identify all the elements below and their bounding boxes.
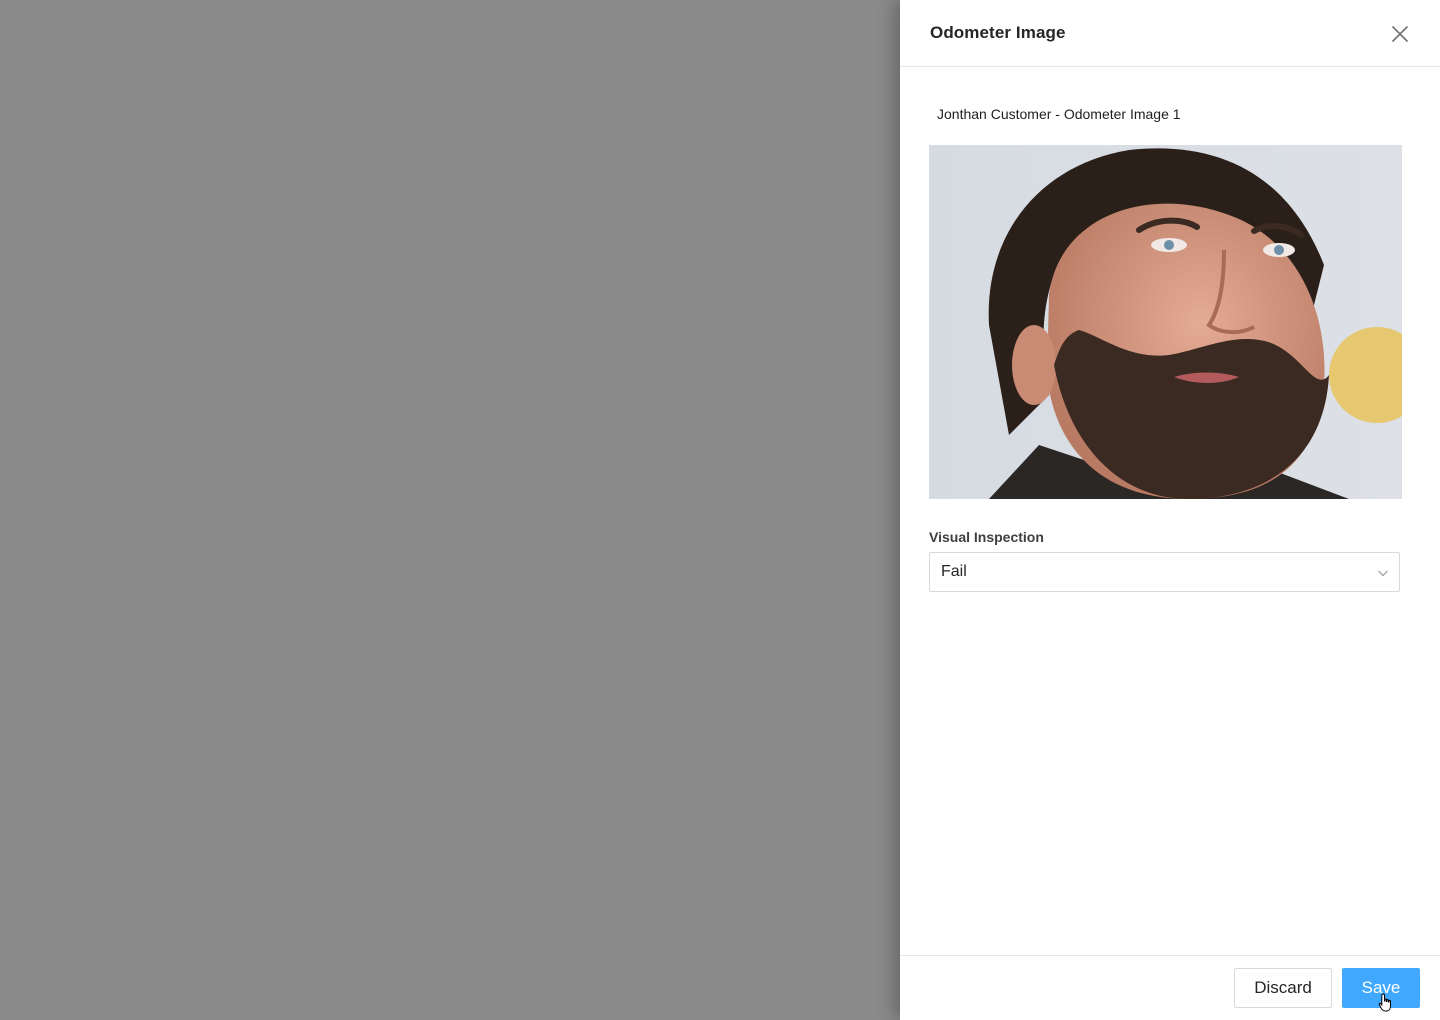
drawer-title: Odometer Image [930,23,1066,42]
odometer-photo [929,145,1402,499]
chevron-down-icon [1378,570,1388,577]
modal-backdrop[interactable] [0,0,900,1020]
close-icon [1392,26,1408,42]
odometer-image-drawer: Odometer Image Jonthan Customer - Odomet… [900,0,1440,1020]
discard-button[interactable]: Discard [1234,968,1332,1008]
visual-inspection-select[interactable]: Fail [929,552,1400,592]
save-button[interactable]: Save [1342,968,1420,1008]
drawer-footer: Discard Save [900,955,1440,1020]
drawer-header: Odometer Image [900,0,1440,67]
close-button[interactable] [1388,22,1412,46]
visual-inspection-value: Fail [941,563,967,580]
image-caption: Jonthan Customer - Odometer Image 1 [937,106,1181,122]
visual-inspection-label: Visual Inspection [929,529,1044,545]
